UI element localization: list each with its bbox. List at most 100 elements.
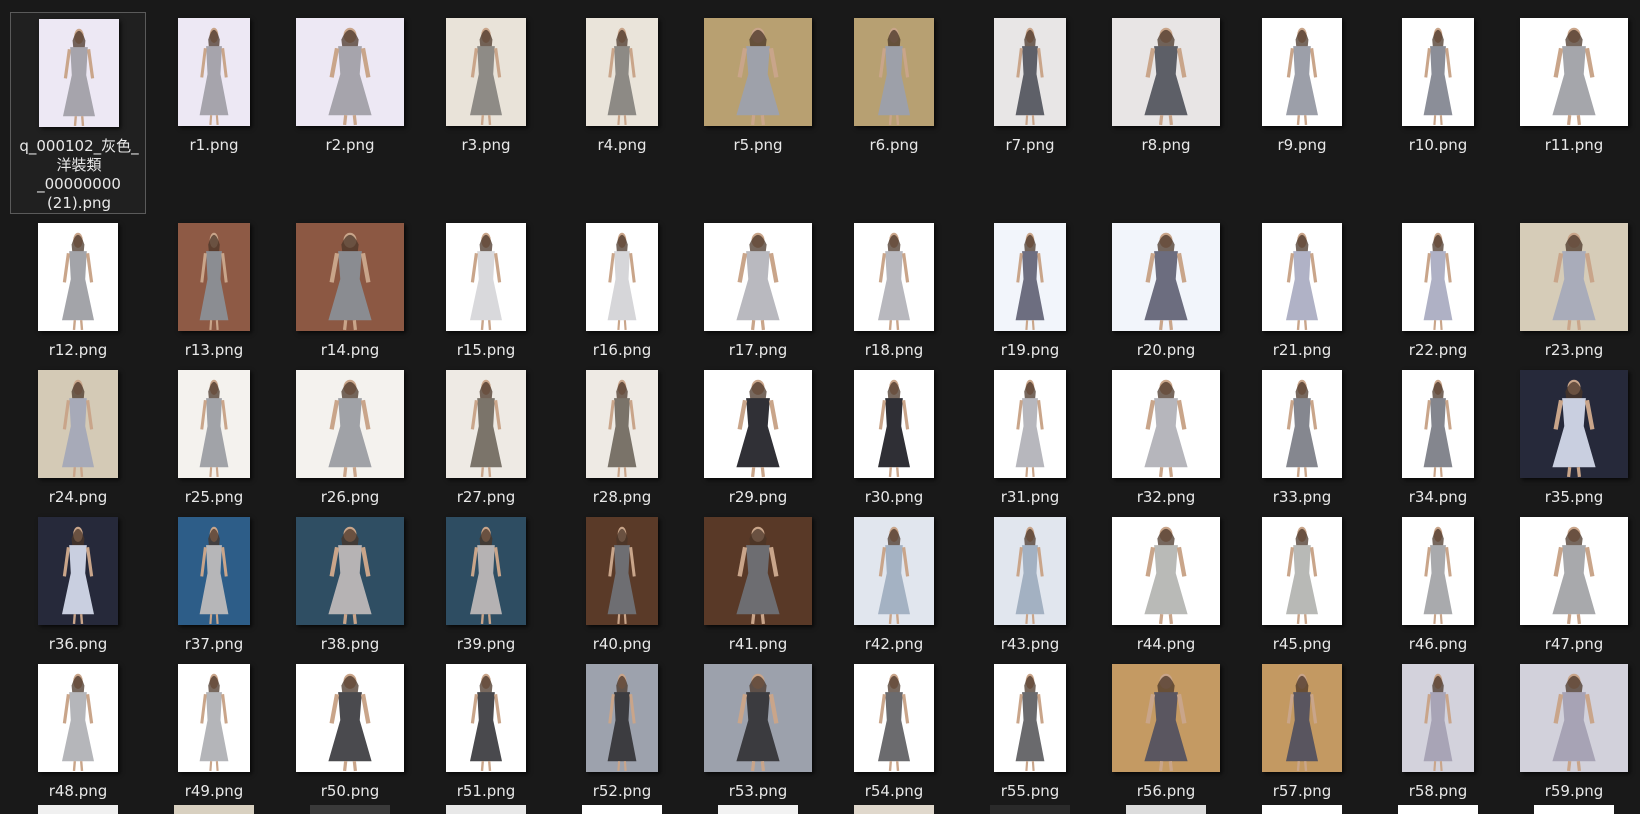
file-tile[interactable]: r18.png <box>826 217 962 359</box>
file-tile[interactable]: r53.png <box>690 658 826 800</box>
file-tile[interactable]: r14.png <box>282 217 418 359</box>
file-tile[interactable]: r52.png <box>554 658 690 800</box>
file-tile[interactable]: r16.png <box>554 217 690 359</box>
file-thumbnail[interactable] <box>296 664 404 772</box>
file-thumbnail[interactable] <box>586 517 658 625</box>
file-thumbnail[interactable] <box>1520 18 1628 126</box>
file-tile[interactable]: r37.png <box>146 511 282 653</box>
file-thumbnail[interactable] <box>1520 223 1628 331</box>
file-thumbnail[interactable] <box>446 223 526 331</box>
file-thumbnail-partial[interactable] <box>1398 805 1478 814</box>
file-thumbnail[interactable] <box>1112 370 1220 478</box>
file-tile[interactable]: r41.png <box>690 511 826 653</box>
file-thumbnail-partial[interactable] <box>718 805 798 814</box>
file-tile[interactable]: r33.png <box>1234 364 1370 506</box>
file-thumbnail[interactable] <box>296 517 404 625</box>
file-tile[interactable]: r7.png <box>962 12 1098 154</box>
file-thumbnail[interactable] <box>446 517 526 625</box>
file-tile[interactable]: r3.png <box>418 12 554 154</box>
file-thumbnail-partial[interactable] <box>1534 805 1614 814</box>
file-thumbnail[interactable] <box>1520 664 1628 772</box>
file-thumbnail[interactable] <box>586 370 658 478</box>
file-tile[interactable]: r46.png <box>1370 511 1506 653</box>
file-tile[interactable]: r22.png <box>1370 217 1506 359</box>
file-tile[interactable]: q_000102_灰色_ 洋裝類 _00000000 (21).png <box>10 12 146 214</box>
file-thumbnail[interactable] <box>1262 517 1342 625</box>
file-tile[interactable]: r48.png <box>10 658 146 800</box>
file-thumbnail[interactable] <box>994 18 1066 126</box>
file-thumbnail[interactable] <box>38 517 118 625</box>
file-thumbnail[interactable] <box>38 664 118 772</box>
file-thumbnail[interactable] <box>586 18 658 126</box>
file-thumbnail-partial[interactable] <box>854 805 934 814</box>
file-thumbnail[interactable] <box>854 18 934 126</box>
file-tile[interactable]: r20.png <box>1098 217 1234 359</box>
file-thumbnail[interactable] <box>994 223 1066 331</box>
file-thumbnail[interactable] <box>1112 223 1220 331</box>
file-thumbnail[interactable] <box>296 370 404 478</box>
file-thumbnail[interactable] <box>854 223 934 331</box>
file-tile[interactable]: r57.png <box>1234 658 1370 800</box>
file-thumbnail[interactable] <box>994 370 1066 478</box>
file-tile[interactable]: r6.png <box>826 12 962 154</box>
file-tile[interactable]: r49.png <box>146 658 282 800</box>
file-tile[interactable]: r9.png <box>1234 12 1370 154</box>
file-thumbnail[interactable] <box>1112 517 1220 625</box>
file-thumbnail[interactable] <box>38 370 118 478</box>
file-thumbnail[interactable] <box>178 223 250 331</box>
file-thumbnail[interactable] <box>1262 664 1342 772</box>
file-thumbnail[interactable] <box>1520 370 1628 478</box>
file-thumbnail[interactable] <box>296 18 404 126</box>
file-thumbnail[interactable] <box>296 223 404 331</box>
file-tile[interactable]: r30.png <box>826 364 962 506</box>
file-thumbnail[interactable] <box>39 19 119 127</box>
file-tile[interactable]: r10.png <box>1370 12 1506 154</box>
file-tile[interactable]: r35.png <box>1506 364 1640 506</box>
file-tile[interactable]: r15.png <box>418 217 554 359</box>
file-tile[interactable]: r1.png <box>146 12 282 154</box>
file-thumbnail[interactable] <box>178 18 250 126</box>
file-thumbnail[interactable] <box>704 223 812 331</box>
file-tile[interactable]: r19.png <box>962 217 1098 359</box>
file-tile[interactable]: r39.png <box>418 511 554 653</box>
file-tile[interactable]: r8.png <box>1098 12 1234 154</box>
file-thumbnail-partial[interactable] <box>990 805 1070 814</box>
file-thumbnail[interactable] <box>1262 370 1342 478</box>
file-thumbnail[interactable] <box>178 664 250 772</box>
file-thumbnail[interactable] <box>704 664 812 772</box>
file-tile[interactable]: r12.png <box>10 217 146 359</box>
file-thumbnail[interactable] <box>1402 664 1474 772</box>
file-thumbnail-partial[interactable] <box>38 805 118 814</box>
file-thumbnail[interactable] <box>1520 517 1628 625</box>
file-tile[interactable]: r54.png <box>826 658 962 800</box>
file-tile[interactable]: r51.png <box>418 658 554 800</box>
file-tile[interactable]: r59.png <box>1506 658 1640 800</box>
file-thumbnail[interactable] <box>854 517 934 625</box>
file-thumbnail[interactable] <box>1402 370 1474 478</box>
file-thumbnail[interactable] <box>704 517 812 625</box>
file-thumbnail[interactable] <box>854 664 934 772</box>
file-thumbnail[interactable] <box>1402 18 1474 126</box>
file-tile[interactable]: r40.png <box>554 511 690 653</box>
file-tile[interactable]: r11.png <box>1506 12 1640 154</box>
file-tile[interactable]: r38.png <box>282 511 418 653</box>
file-tile[interactable]: r45.png <box>1234 511 1370 653</box>
file-thumbnail[interactable] <box>586 223 658 331</box>
file-thumbnail[interactable] <box>1402 517 1474 625</box>
file-tile[interactable]: r50.png <box>282 658 418 800</box>
file-tile[interactable]: r24.png <box>10 364 146 506</box>
file-thumbnail[interactable] <box>994 517 1066 625</box>
file-tile[interactable]: r27.png <box>418 364 554 506</box>
file-thumbnail[interactable] <box>1112 18 1220 126</box>
file-tile[interactable]: r56.png <box>1098 658 1234 800</box>
file-tile[interactable]: r32.png <box>1098 364 1234 506</box>
file-tile[interactable]: r34.png <box>1370 364 1506 506</box>
file-thumbnail[interactable] <box>1112 664 1220 772</box>
file-tile[interactable]: r13.png <box>146 217 282 359</box>
file-tile[interactable]: r21.png <box>1234 217 1370 359</box>
file-tile[interactable]: r5.png <box>690 12 826 154</box>
file-thumbnail[interactable] <box>704 370 812 478</box>
file-thumbnail-partial[interactable] <box>1262 805 1342 814</box>
file-tile[interactable]: r58.png <box>1370 658 1506 800</box>
file-tile[interactable]: r25.png <box>146 364 282 506</box>
